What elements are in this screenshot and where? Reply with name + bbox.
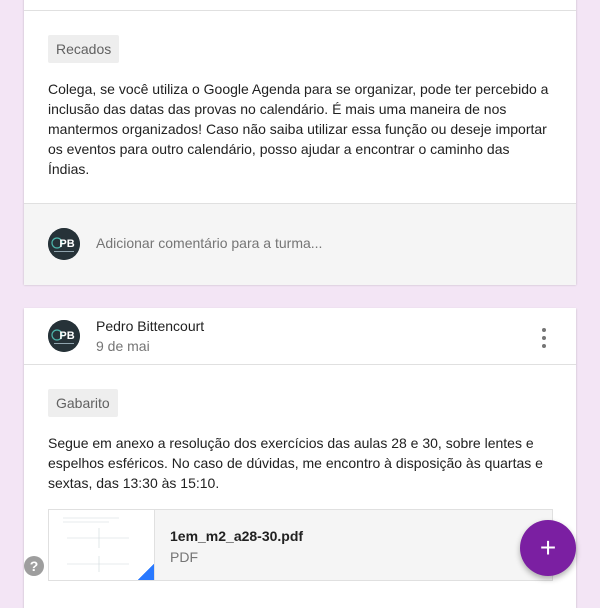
announcement-text: Colega, se você utiliza o Google Agenda … (48, 81, 549, 177)
help-icon[interactable]: ? (24, 556, 44, 576)
comment-bar[interactable]: PB Adicionar comentário para a turma... (24, 203, 576, 285)
topic-tag[interactable]: Gabarito (48, 389, 118, 417)
author-name: Pedro Bittencourt (96, 318, 205, 334)
avatar: PB (48, 228, 80, 260)
author-avatar[interactable]: PB (48, 320, 80, 352)
attachment-filename: 1em_m2_a28-30.pdf (170, 528, 304, 544)
topic-tag[interactable]: Recados (48, 35, 120, 63)
attachment-type: PDF (170, 549, 198, 565)
more-options-icon[interactable] (532, 326, 556, 350)
add-comment-input[interactable]: Adicionar comentário para a turma... (96, 235, 322, 251)
avatar-initials: PB (59, 238, 74, 250)
card-divider (24, 10, 576, 11)
post-date: 9 de mai (96, 338, 150, 354)
pdf-fold-icon (138, 564, 154, 580)
announcement-card-recados: Recados Colega, se você utiliza o Google… (24, 0, 576, 285)
announcement-card-gabarito: PB Pedro Bittencourt 9 de mai Gabarito S… (24, 308, 576, 608)
add-fab-button[interactable]: + (520, 520, 576, 576)
announcement-text: Segue em anexo a resolução dos exercício… (48, 435, 543, 491)
pdf-attachment[interactable]: 1em_m2_a28-30.pdf PDF (48, 509, 553, 581)
pdf-thumbnail (49, 510, 155, 580)
avatar-initials: PB (59, 330, 74, 342)
card-divider (24, 364, 576, 365)
